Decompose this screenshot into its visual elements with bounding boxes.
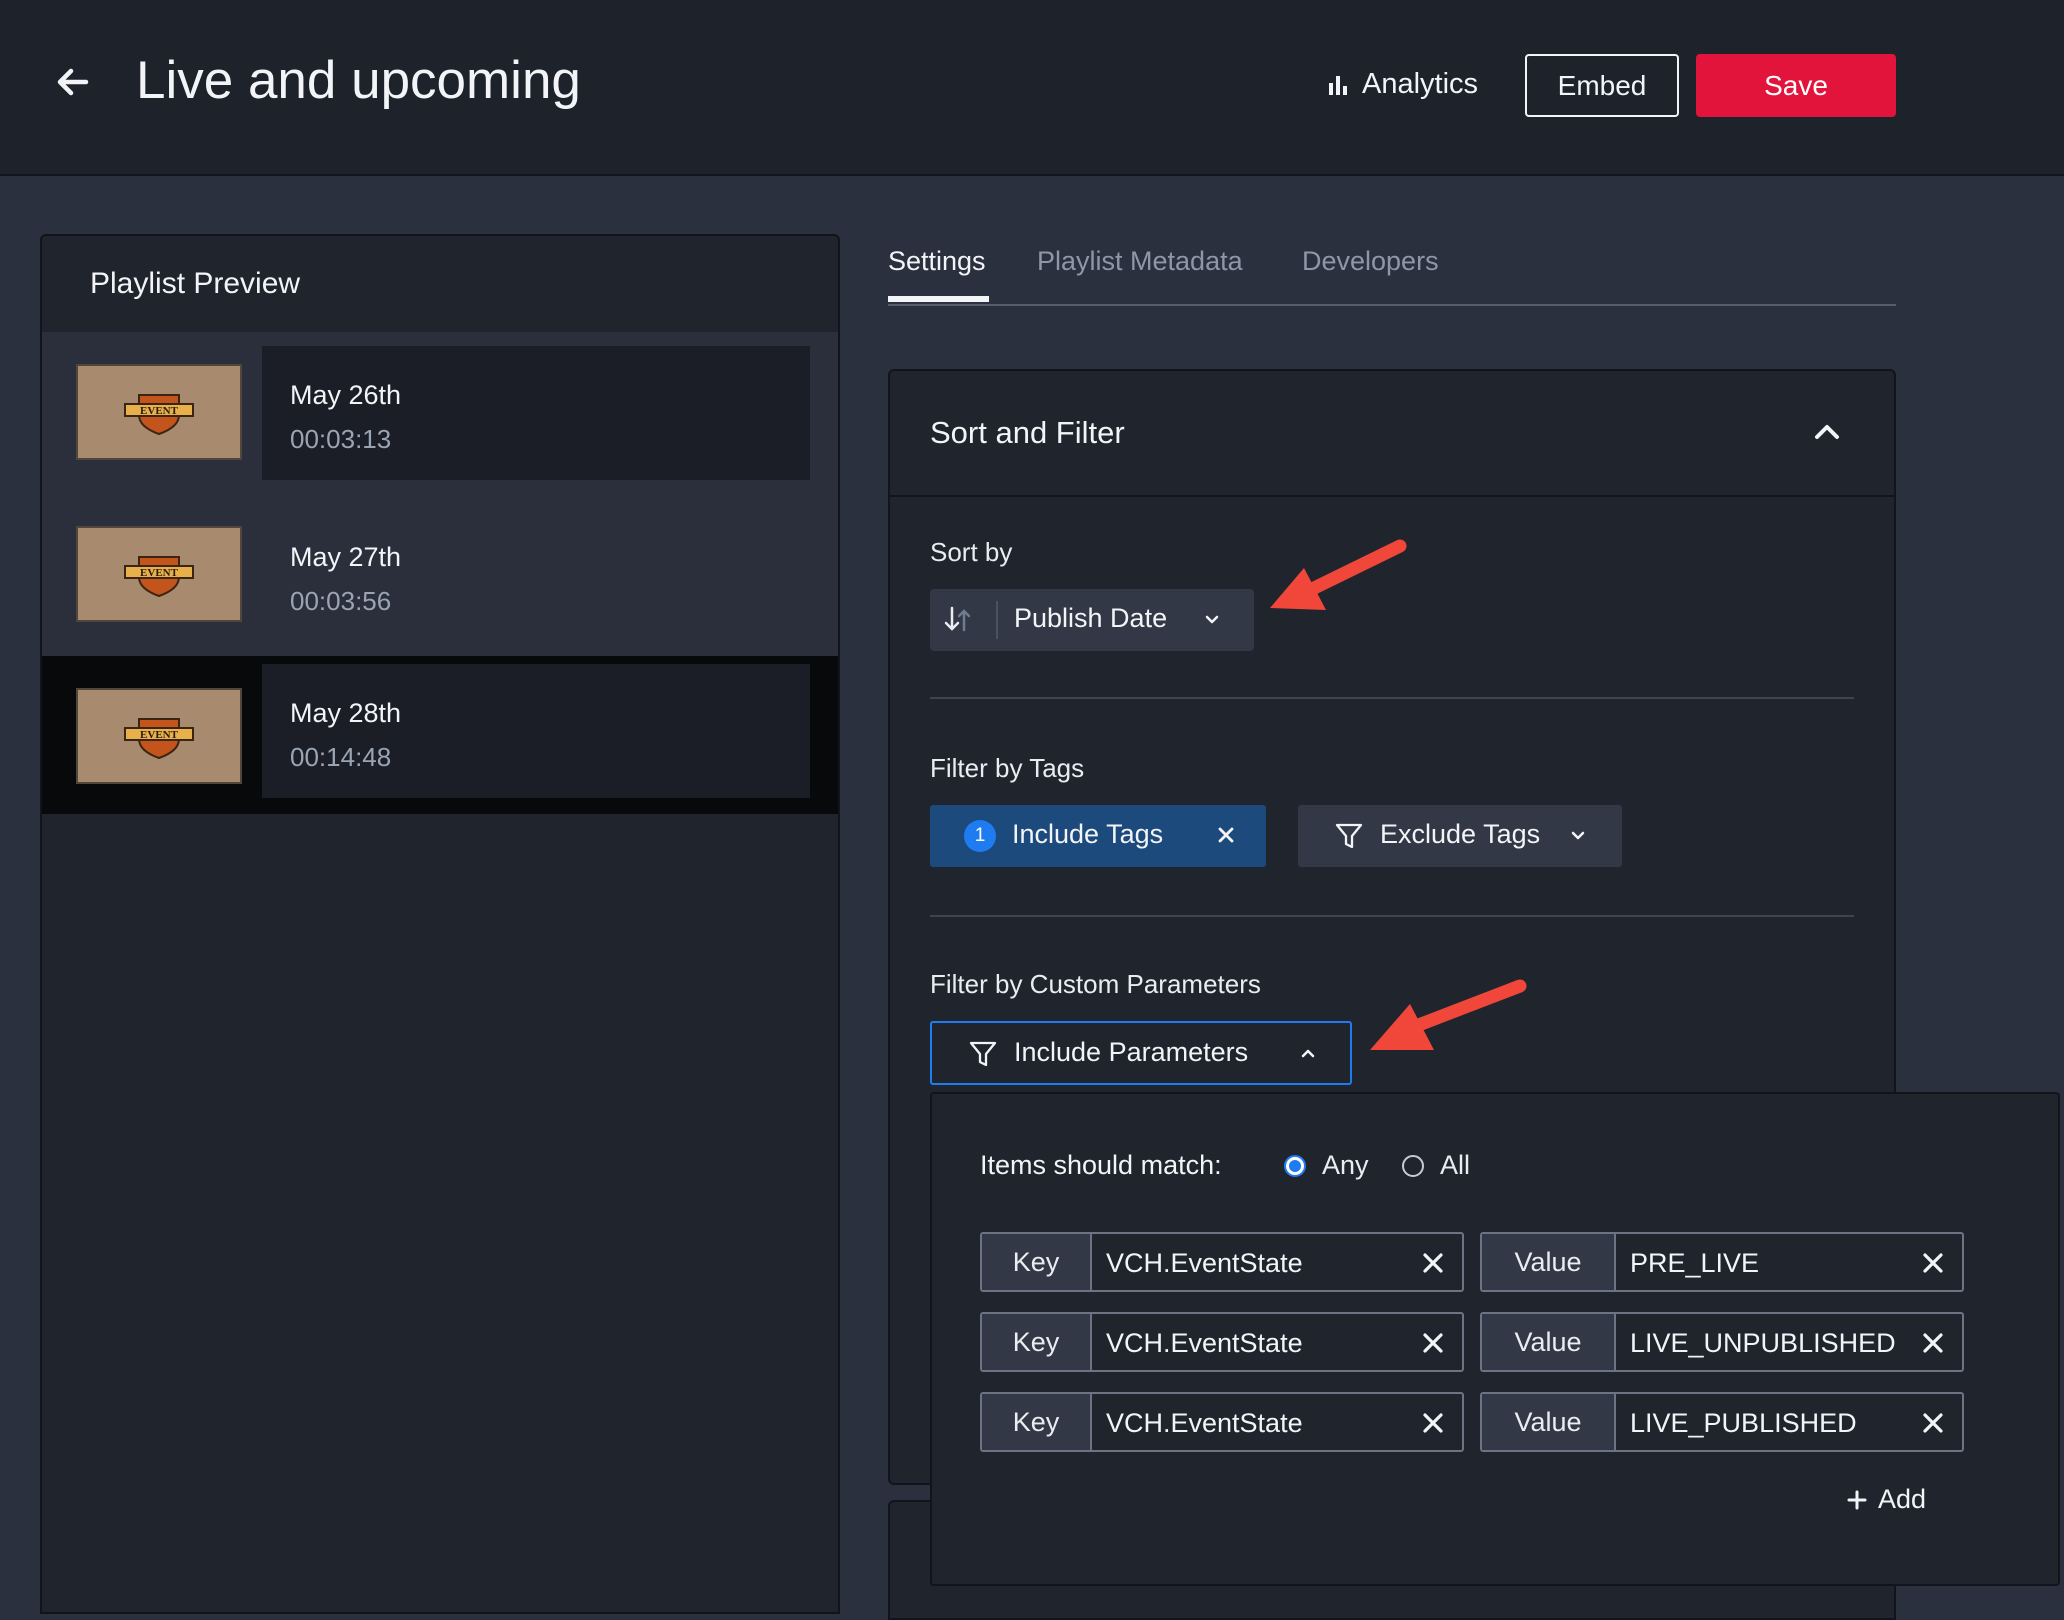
close-icon[interactable] (1920, 1410, 1946, 1436)
chevron-down-icon (1571, 831, 1585, 840)
match-any-label: Any (1322, 1150, 1369, 1180)
event-logo-icon: EVENT (124, 718, 194, 760)
close-icon[interactable] (1920, 1330, 1946, 1356)
item-date: May 28th (290, 698, 402, 728)
value-value: LIVE_PUBLISHED (1630, 1408, 1857, 1438)
active-tab-indicator (888, 296, 989, 302)
playlist-item-row-selected[interactable]: EVENT May 28th 00:14:48 (42, 656, 838, 814)
analytics-button[interactable]: Analytics (1326, 68, 1478, 101)
chevron-up-icon[interactable] (1812, 417, 1842, 447)
bar-chart-icon (1329, 75, 1347, 95)
include-tags-count-badge: 1 (964, 820, 996, 852)
value-tag: Value (1482, 1394, 1616, 1450)
match-all-radio[interactable]: All (1402, 1150, 1470, 1181)
include-parameters-button[interactable]: Include Parameters (930, 1021, 1352, 1085)
annotation-arrow (1270, 539, 1407, 610)
video-thumbnail: EVENT (76, 688, 242, 784)
back-arrow-icon[interactable] (52, 62, 92, 102)
plus-icon (1847, 1490, 1867, 1509)
value-tag: Value (1482, 1314, 1616, 1370)
playlist-item-row[interactable]: EVENT May 27th 00:03:56 (42, 494, 838, 656)
item-duration: 00:14:48 (290, 742, 392, 772)
section-divider (930, 915, 1854, 917)
item-date: May 26th (290, 380, 402, 410)
exclude-tags-label: Exclude Tags (1380, 819, 1541, 849)
thumb-text: EVENT (140, 405, 179, 417)
close-icon[interactable] (1920, 1250, 1946, 1276)
thumb-text: EVENT (140, 567, 179, 579)
thumb-text: EVENT (140, 729, 179, 741)
sort-by-label: Sort by (930, 537, 1013, 567)
item-duration: 00:03:13 (290, 424, 392, 454)
settings-tabs: Settings Playlist Metadata Developers (888, 240, 1896, 306)
chevron-down-icon (1205, 615, 1219, 624)
close-icon[interactable] (1420, 1410, 1446, 1436)
key-field[interactable]: Key VCH.EventState (980, 1392, 1464, 1452)
key-value: VCH.EventState (1106, 1328, 1303, 1358)
playlist-item-info: May 26th 00:03:13 (262, 346, 810, 480)
chevron-up-icon (1301, 1049, 1315, 1058)
exclude-tags-button[interactable]: Exclude Tags (1298, 805, 1622, 867)
filter-icon (1335, 823, 1363, 849)
top-bar: Live and upcoming Analytics Embed Save (0, 0, 2064, 176)
filter-by-custom-parameters-label: Filter by Custom Parameters (930, 969, 1261, 999)
items-should-match-label: Items should match: (980, 1150, 1222, 1180)
key-tag: Key (982, 1394, 1092, 1450)
playlist-item-info: May 27th 00:03:56 (262, 508, 810, 642)
value-value: LIVE_UNPUBLISHED (1630, 1328, 1896, 1358)
add-parameter-button[interactable]: Add (1846, 1484, 1926, 1515)
sort-filter-header[interactable]: Sort and Filter (890, 371, 1894, 497)
tab-developers[interactable]: Developers (1302, 246, 1439, 277)
close-icon[interactable] (1214, 823, 1238, 847)
analytics-label: Analytics (1362, 68, 1479, 100)
radio-selected-icon (1284, 1154, 1306, 1177)
playlist-preview-title: Playlist Preview (42, 236, 838, 334)
value-value: PRE_LIVE (1630, 1248, 1760, 1278)
filter-by-tags-label: Filter by Tags (930, 753, 1085, 783)
key-tag: Key (982, 1234, 1092, 1290)
item-date: May 27th (290, 542, 402, 572)
video-thumbnail: EVENT (76, 364, 242, 460)
match-all-label: All (1440, 1150, 1471, 1180)
playlist-preview-panel: Playlist Preview EVENT May 26th 00:03:13… (40, 234, 840, 1614)
key-field[interactable]: Key VCH.EventState (980, 1312, 1464, 1372)
close-icon[interactable] (1420, 1250, 1446, 1276)
tab-playlist-metadata[interactable]: Playlist Metadata (1037, 246, 1243, 277)
filter-icon (969, 1041, 997, 1067)
key-value: VCH.EventState (1106, 1408, 1303, 1438)
sort-icon (944, 606, 971, 632)
sort-filter-title: Sort and Filter (930, 415, 1125, 450)
section-divider (930, 697, 1854, 699)
close-icon[interactable] (1420, 1330, 1446, 1356)
page-title: Live and upcoming (136, 51, 581, 110)
sort-separator (996, 601, 998, 639)
key-tag: Key (982, 1314, 1092, 1370)
value-tag: Value (1482, 1234, 1616, 1290)
value-field[interactable]: Value LIVE_UNPUBLISHED (1480, 1312, 1964, 1372)
value-field[interactable]: Value PRE_LIVE (1480, 1232, 1964, 1292)
video-thumbnail: EVENT (76, 526, 242, 622)
event-logo-icon: EVENT (124, 556, 194, 598)
item-duration: 00:03:56 (290, 586, 392, 616)
save-button[interactable]: Save (1696, 54, 1896, 117)
match-any-radio[interactable]: Any (1284, 1150, 1369, 1181)
include-tags-button[interactable]: 1 Include Tags (930, 805, 1266, 867)
tab-settings[interactable]: Settings (888, 246, 986, 277)
value-field[interactable]: Value LIVE_PUBLISHED (1480, 1392, 1964, 1452)
key-value: VCH.EventState (1106, 1248, 1303, 1278)
sort-value: Publish Date (1014, 603, 1168, 633)
include-parameters-popover: Items should match: Any All Key VCH.Even… (930, 1092, 2060, 1586)
include-parameters-label: Include Parameters (1014, 1037, 1249, 1067)
playlist-item-row[interactable]: EVENT May 26th 00:03:13 (42, 332, 838, 494)
event-logo-icon: EVENT (124, 394, 194, 436)
radio-unselected-icon (1402, 1154, 1424, 1177)
annotation-arrow (1370, 979, 1527, 1050)
playlist-item-info: May 28th 00:14:48 (262, 664, 810, 798)
include-tags-label: Include Tags (1012, 819, 1164, 849)
sort-by-select[interactable]: Publish Date (930, 589, 1254, 651)
add-label: Add (1878, 1484, 1927, 1514)
key-field[interactable]: Key VCH.EventState (980, 1232, 1464, 1292)
embed-button[interactable]: Embed (1525, 54, 1679, 117)
